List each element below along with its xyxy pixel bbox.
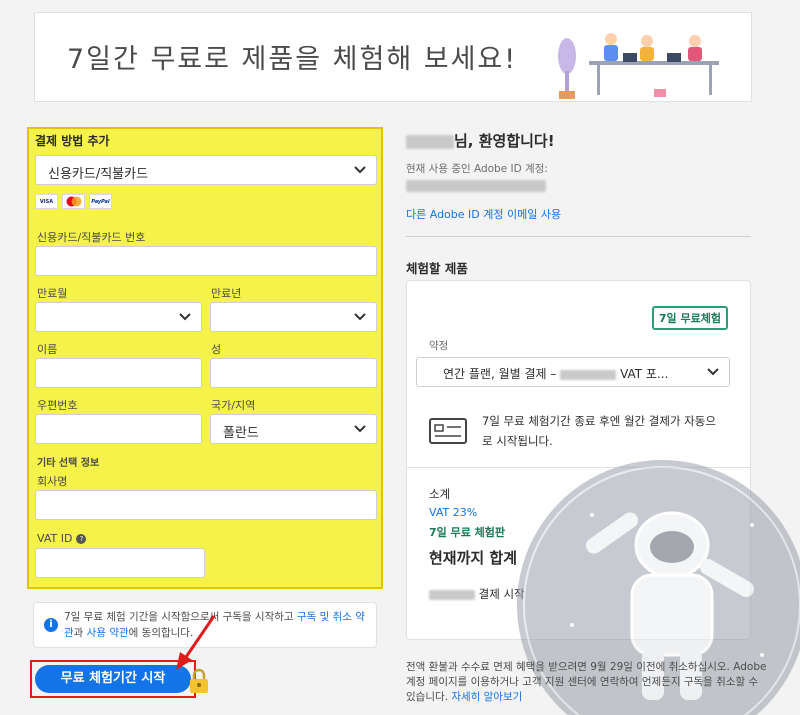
country-label: 국가/지역 [211, 399, 256, 412]
info-icon: i [44, 618, 58, 632]
total-label: 현재까지 합계 [429, 549, 518, 567]
subtotal-label: 소계 [429, 487, 451, 501]
learn-more-link[interactable]: 자세히 알아보기 [451, 691, 522, 703]
company-label: 회사명 [37, 475, 68, 488]
vat-id-label-text: VAT ID [37, 532, 73, 545]
hero-banner: 7일간 무료로 제품을 체험해 보세요! [34, 12, 752, 102]
plan-label: 약정 [429, 340, 449, 352]
postal-code-input[interactable] [35, 414, 202, 444]
first-name-label: 이름 [37, 343, 58, 356]
trial-version-label: 7일 무료 체험판 [429, 526, 506, 539]
help-icon[interactable]: ? [76, 534, 87, 544]
vat-id-label: VAT ID? [37, 532, 87, 545]
plan-value-right: VAT 포... [620, 367, 669, 381]
chevron-down-icon [354, 313, 366, 321]
user-name-redacted [406, 134, 454, 149]
exp-month-label: 만료월 [37, 287, 68, 300]
chevron-down-icon [179, 313, 191, 321]
annotation-arrow-icon [176, 615, 216, 670]
team-illustration-icon [558, 33, 719, 99]
card-number-label: 신용카드/직불카드 번호 [37, 231, 146, 244]
terms-of-use-link[interactable]: 사용 약관 [87, 627, 129, 639]
account-email-redacted [406, 180, 546, 192]
postal-code-label: 우편번호 [37, 399, 78, 412]
start-trial-button[interactable]: 무료 체험기간 시작 [35, 665, 191, 693]
exp-year-label: 만료년 [211, 287, 242, 300]
visa-logo-icon: VISA [35, 194, 58, 209]
free-trial-badge: 7일 무료체험 [651, 306, 728, 330]
plan-value-left: 연간 플랜, 월별 결제 – [443, 367, 557, 381]
country-value: 폴란드 [223, 426, 259, 441]
billing-card-icon [429, 418, 467, 444]
chevron-down-icon [707, 368, 719, 376]
divider [406, 236, 751, 237]
terms-text-2: 과 [73, 627, 87, 639]
current-account-label: 현재 사용 중인 Adobe ID 계정: [406, 163, 548, 175]
exp-year-select[interactable] [210, 302, 377, 332]
use-other-account-link[interactable]: 다른 Adobe ID 계정 이메일 사용 [406, 206, 561, 222]
page: 7일간 무료로 제품을 체험해 보세요! 결제 방법 추가 신용카드/직불카드 [0, 0, 800, 715]
vat-label: VAT 23% [429, 506, 478, 519]
exp-month-select[interactable] [35, 302, 202, 332]
auto-billing-text: 7일 무료 체험기간 종료 후엔 월간 결제가 자동으로 시작됩니다. [482, 414, 716, 448]
payment-start-label: 결제 시작 [429, 586, 525, 602]
welcome-heading: 님, 환영합니다! [406, 130, 555, 151]
payment-title: 결제 방법 추가 [35, 134, 110, 148]
last-name-input[interactable] [210, 358, 377, 388]
card-logos: VISA PayPal [35, 194, 112, 209]
price-redacted [560, 369, 617, 380]
trial-product-title: 체험할 제품 [406, 261, 468, 276]
card-number-input[interactable] [35, 246, 377, 276]
welcome-text: 님, 환영합니다! [454, 132, 555, 150]
banner-title: 7일간 무료로 제품을 체험해 보세요! [67, 44, 518, 75]
refund-notice: 전액 환불과 수수료 면제 혜택을 받으려면 9월 29일 이전에 취소하십시오… [406, 660, 771, 705]
plan-select[interactable]: 연간 플랜, 월별 결제 – VAT 포... [416, 357, 730, 387]
last-name-label: 성 [211, 343, 222, 356]
first-name-input[interactable] [35, 358, 202, 388]
payment-form: 결제 방법 추가 신용카드/직불카드 VISA PayPal 신용카드/직불카드… [27, 127, 383, 589]
mastercard-logo-icon [62, 194, 85, 209]
company-input[interactable] [35, 490, 377, 520]
payment-method-value: 신용카드/직불카드 [48, 167, 149, 182]
payment-method-select[interactable]: 신용카드/직불카드 [35, 155, 377, 185]
country-select[interactable]: 폴란드 [210, 414, 377, 444]
vat-id-input[interactable] [35, 548, 205, 578]
chevron-down-icon [354, 166, 366, 174]
date-redacted [429, 589, 475, 600]
plan-value: 연간 플랜, 월별 결제 – VAT 포... [443, 365, 668, 382]
optional-info-label: 기타 선택 정보 [37, 458, 100, 469]
chevron-down-icon [354, 425, 366, 433]
paypal-logo-icon: PayPal [89, 194, 112, 209]
